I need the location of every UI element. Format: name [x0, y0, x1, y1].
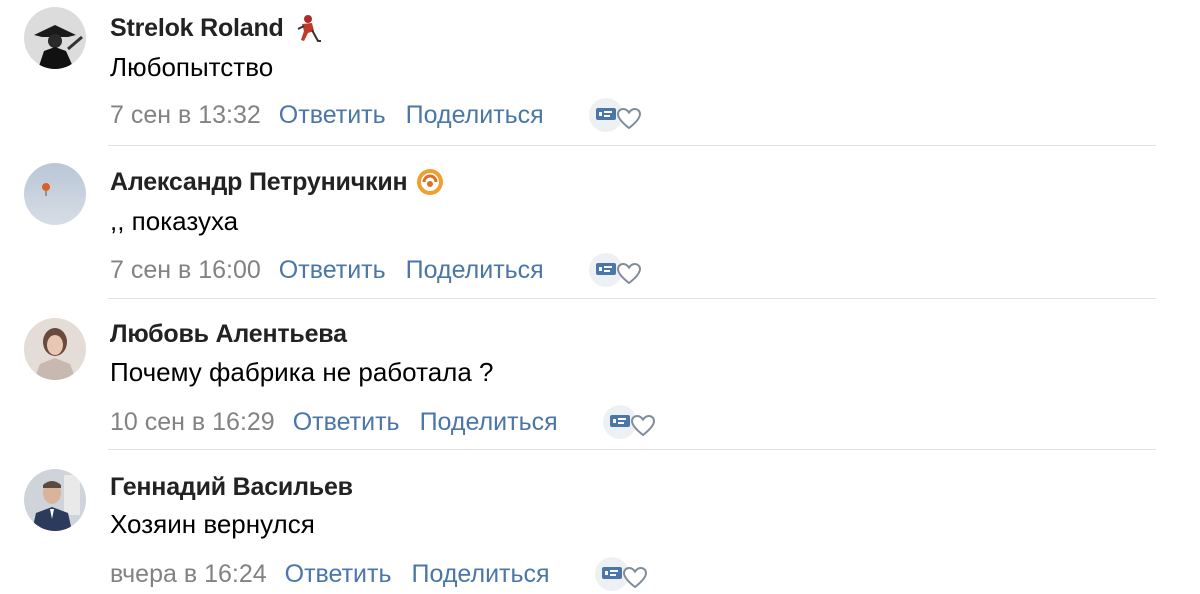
heart-icon[interactable]	[616, 262, 642, 286]
share-button[interactable]: Поделиться	[406, 256, 544, 285]
author-row: Strelok Roland	[110, 11, 322, 45]
author-row: Александр Петруничкин	[110, 165, 445, 199]
orange-emblem-icon	[417, 169, 444, 195]
avatar-silhouette-icon	[24, 7, 86, 69]
author-name[interactable]: Любовь Алентьева	[110, 320, 347, 349]
comment-time[interactable]: 7 сен в 16:00	[110, 256, 261, 285]
heart-icon[interactable]	[616, 107, 642, 131]
reactions[interactable]	[588, 95, 642, 135]
avatar-man-suit-icon	[24, 469, 86, 531]
comment-time[interactable]: 7 сен в 13:32	[110, 101, 261, 130]
comment-text: Хозяин вернулся	[110, 509, 315, 539]
comment-item: Александр Петруничкин ,, показуха 7 сен …	[0, 146, 1200, 299]
share-button[interactable]: Поделиться	[406, 101, 544, 130]
comment-item: Геннадий Васильев Хозяин вернулся вчера …	[0, 450, 1200, 592]
comment-meta: вчера в 16:24 Ответить Поделиться	[110, 554, 648, 594]
comment-item: Strelok Roland Любопытство 7 сен в 13:32…	[0, 0, 1200, 146]
heart-icon[interactable]	[622, 566, 648, 590]
reactions[interactable]	[594, 554, 648, 594]
author-row: Любовь Алентьева	[110, 317, 347, 351]
comment-text: Любопытство	[110, 52, 274, 82]
share-button[interactable]: Поделиться	[420, 408, 558, 437]
share-button[interactable]: Поделиться	[412, 560, 550, 589]
comment-list: Strelok Roland Любопытство 7 сен в 13:32…	[0, 0, 1200, 592]
avatar[interactable]	[24, 318, 86, 380]
avatar[interactable]	[24, 7, 86, 69]
author-name[interactable]: Геннадий Васильев	[110, 473, 353, 502]
author-name[interactable]: Strelok Roland	[110, 14, 284, 43]
reply-button[interactable]: Ответить	[279, 101, 386, 130]
reply-button[interactable]: Ответить	[293, 408, 400, 437]
comment-meta: 10 сен в 16:29 Ответить Поделиться	[110, 402, 656, 442]
comment-meta: 7 сен в 16:00 Ответить Поделиться	[110, 250, 642, 290]
avatar[interactable]	[24, 163, 86, 225]
avatar-sky-balloon-icon	[24, 163, 86, 225]
comment-meta: 7 сен в 13:32 Ответить Поделиться	[110, 95, 642, 135]
reactions[interactable]	[602, 402, 656, 442]
comment-time[interactable]: вчера в 16:24	[110, 560, 267, 589]
heart-icon[interactable]	[630, 414, 656, 438]
comment-text: ,, показуха	[110, 206, 239, 236]
comment-text: Почему фабрика не работала ?	[110, 357, 494, 387]
reply-button[interactable]: Ответить	[279, 256, 386, 285]
comment-item: Любовь Алентьева Почему фабрика не работ…	[0, 299, 1200, 450]
reply-button[interactable]: Ответить	[285, 560, 392, 589]
hockey-player-icon	[297, 15, 321, 42]
avatar[interactable]	[24, 469, 86, 531]
author-name[interactable]: Александр Петруничкин	[110, 168, 408, 197]
reactions[interactable]	[588, 250, 642, 290]
comment-time[interactable]: 10 сен в 16:29	[110, 408, 275, 437]
author-row: Геннадий Васильев	[110, 470, 353, 504]
avatar-woman-photo-icon	[24, 318, 86, 380]
